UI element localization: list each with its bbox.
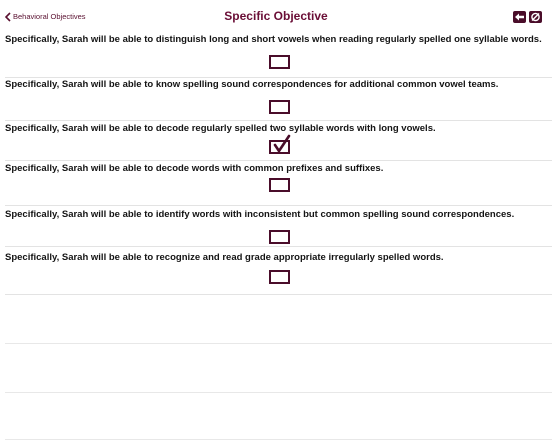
objective-text: Specifically, Sarah will be able to iden… [5, 209, 515, 220]
objective-row: Specifically, Sarah will be able to deco… [5, 121, 552, 161]
objective-row: Specifically, Sarah will be able to deco… [5, 161, 552, 206]
objectives-list: Specifically, Sarah will be able to dist… [0, 33, 552, 440]
objective-checkbox[interactable] [269, 134, 291, 154]
objective-text: Specifically, Sarah will be able to know… [5, 79, 499, 90]
objective-checkbox[interactable] [269, 100, 290, 114]
back-button-label: Behavioral Objectives [13, 12, 86, 21]
objective-checkbox[interactable] [269, 270, 290, 284]
objective-row: Specifically, Sarah will be able to dist… [5, 33, 552, 78]
empty-row [5, 344, 552, 393]
objective-checkbox[interactable] [269, 55, 290, 69]
back-button[interactable]: Behavioral Objectives [5, 10, 86, 24]
objective-checkbox[interactable] [269, 178, 290, 192]
tool-icon [531, 12, 540, 22]
objective-row: Specifically, Sarah will be able to know… [5, 78, 552, 121]
objective-text: Specifically, Sarah will be able to deco… [5, 163, 384, 174]
chevron-left-icon [5, 12, 11, 22]
objective-text: Specifically, Sarah will be able to dist… [5, 34, 542, 45]
back-arrow-button[interactable] [513, 11, 526, 23]
empty-row [5, 295, 552, 344]
navigation-bar: Behavioral Objectives Specific Objective [0, 0, 552, 33]
tool-button[interactable] [529, 11, 542, 23]
objective-row: Specifically, Sarah will be able to reco… [5, 247, 552, 295]
empty-row [5, 393, 552, 440]
objective-checkbox[interactable] [269, 230, 290, 244]
objective-row: Specifically, Sarah will be able to iden… [5, 206, 552, 247]
back-arrow-icon [515, 13, 524, 21]
objective-text: Specifically, Sarah will be able to deco… [5, 123, 436, 134]
objective-text: Specifically, Sarah will be able to reco… [5, 252, 444, 263]
checkmark-icon [273, 134, 291, 153]
